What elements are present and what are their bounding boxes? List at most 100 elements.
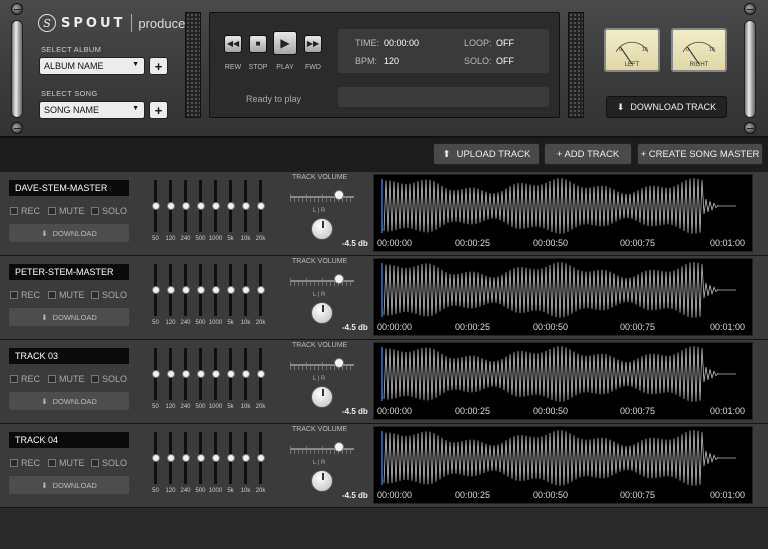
eq-slider-7[interactable] xyxy=(256,454,265,462)
volume-slider-thumb[interactable] xyxy=(334,358,344,368)
eq-slider-6[interactable] xyxy=(241,202,250,210)
waveform-display[interactable]: 00:00:00 00:00:25 00:00:50 00:00:75 00:01:00 xyxy=(373,174,753,252)
eq-slider-6[interactable] xyxy=(241,454,250,462)
eq-slider-5[interactable] xyxy=(226,202,235,210)
rewind-button[interactable]: ◀◀ xyxy=(224,35,242,53)
track-name[interactable]: DAVE-STEM-MASTER xyxy=(9,180,129,196)
add-track-button[interactable]: + ADD TRACK xyxy=(544,143,632,165)
add-album-button[interactable]: + xyxy=(149,57,168,75)
eq-slider-1[interactable] xyxy=(166,454,175,462)
song-select[interactable]: SONG NAME ▼ xyxy=(39,101,145,119)
eq-slider-2[interactable] xyxy=(181,370,190,378)
eq-slider-1[interactable] xyxy=(166,370,175,378)
eq-slider-5[interactable] xyxy=(226,370,235,378)
download-track-button[interactable]: ⬇ DOWNLOAD TRACK xyxy=(606,96,727,118)
create-song-master-button[interactable]: + CREATE SONG MASTER xyxy=(637,143,763,165)
rec-checkbox[interactable]: REC xyxy=(10,206,40,216)
transport-panel: ◀◀ ■ ▶ ▶▶ REW STOP PLAY FWD Ready to pla… xyxy=(209,12,560,118)
rec-checkbox[interactable]: REC xyxy=(10,290,40,300)
pan-knob[interactable] xyxy=(311,470,333,492)
volume-db-readout: -4.5 db xyxy=(342,407,368,416)
eq-slider-0[interactable] xyxy=(151,370,160,378)
eq-slider-0[interactable] xyxy=(151,286,160,294)
volume-slider-thumb[interactable] xyxy=(334,274,344,284)
eq-slider-1[interactable] xyxy=(166,286,175,294)
solo-checkbox[interactable]: SOLO xyxy=(91,206,127,216)
caret-down-icon: ▼ xyxy=(132,105,139,112)
eq-slider-4[interactable] xyxy=(211,202,220,210)
album-select-label: SELECT ALBUM xyxy=(41,45,102,54)
volume-slider-thumb[interactable] xyxy=(334,190,344,200)
loop-value[interactable]: OFF xyxy=(496,38,514,48)
fast-forward-button[interactable]: ▶▶ xyxy=(304,35,322,53)
rec-label: REC xyxy=(21,374,41,384)
time-label: TIME: xyxy=(355,38,379,48)
eq-slider-4[interactable] xyxy=(211,454,220,462)
solo-checkbox[interactable]: SOLO xyxy=(91,458,127,468)
eq-slider-7[interactable] xyxy=(256,370,265,378)
timeline-timestamp: 00:01:00 xyxy=(710,322,746,332)
track-download-button[interactable]: ⬇ DOWNLOAD xyxy=(9,392,129,410)
volume-slider-track xyxy=(290,364,354,366)
waveform-display[interactable]: 00:00:00 00:00:25 00:00:50 00:00:75 00:01:00 xyxy=(373,426,753,504)
eq-slider-7[interactable] xyxy=(256,202,265,210)
waveform-display[interactable]: 00:00:00 00:00:25 00:00:50 00:00:75 00:01:00 xyxy=(373,342,753,420)
eq-slider-2[interactable] xyxy=(181,286,190,294)
checkbox-box xyxy=(48,291,56,299)
pan-knob[interactable] xyxy=(311,218,333,240)
track-download-button[interactable]: ⬇ DOWNLOAD xyxy=(9,308,129,326)
eq-slider-1[interactable] xyxy=(166,202,175,210)
album-select[interactable]: ALBUM NAME ▼ xyxy=(39,57,145,75)
stop-button[interactable]: ■ xyxy=(249,35,267,53)
eq-slider-2[interactable] xyxy=(181,454,190,462)
solo-checkbox[interactable]: SOLO xyxy=(91,290,127,300)
eq-slider-2[interactable] xyxy=(181,202,190,210)
pan-knob[interactable] xyxy=(311,386,333,408)
waveform-line xyxy=(383,262,736,318)
footer-strip xyxy=(0,508,768,549)
track-download-button[interactable]: ⬇ DOWNLOAD xyxy=(9,224,129,242)
track-download-button[interactable]: ⬇ DOWNLOAD xyxy=(9,476,129,494)
eq-slider-3[interactable] xyxy=(196,202,205,210)
eq-slider-3[interactable] xyxy=(196,454,205,462)
eq-slider-0[interactable] xyxy=(151,454,160,462)
rec-checkbox[interactable]: REC xyxy=(10,458,40,468)
checkbox-box xyxy=(48,207,56,215)
solo-checkbox[interactable]: SOLO xyxy=(91,374,127,384)
screw-icon xyxy=(11,3,23,15)
mute-checkbox[interactable]: MUTE xyxy=(48,458,85,468)
eq-panel: 50 120 240 500 1000 5k 10k 20k xyxy=(146,346,272,414)
eq-slider-6[interactable] xyxy=(241,370,250,378)
mute-checkbox[interactable]: MUTE xyxy=(48,206,85,216)
pan-knob[interactable] xyxy=(311,302,333,324)
mute-checkbox[interactable]: MUTE xyxy=(48,290,85,300)
waveform-line xyxy=(383,346,736,402)
play-button[interactable]: ▶ xyxy=(273,31,297,55)
eq-slider-5[interactable] xyxy=(226,454,235,462)
timeline-timestamp: 00:00:00 xyxy=(377,322,413,332)
add-track-label: + ADD TRACK xyxy=(556,148,620,160)
track-volume-panel: TRACK VOLUME L | R -4.5 db xyxy=(288,424,370,508)
mute-label: MUTE xyxy=(59,374,85,384)
volume-slider-thumb[interactable] xyxy=(334,442,344,452)
solo-status-value[interactable]: OFF xyxy=(496,56,514,66)
mute-checkbox[interactable]: MUTE xyxy=(48,374,85,384)
add-song-button[interactable]: + xyxy=(149,101,168,119)
track-name[interactable]: TRACK 03 xyxy=(9,348,129,364)
eq-slider-3[interactable] xyxy=(196,370,205,378)
waveform-display[interactable]: 00:00:00 00:00:25 00:00:50 00:00:75 00:01:00 xyxy=(373,258,753,336)
upload-track-button[interactable]: ⬆ UPLOAD TRACK xyxy=(433,143,540,165)
track-name[interactable]: PETER-STEM-MASTER xyxy=(9,264,129,280)
rec-checkbox[interactable]: REC xyxy=(10,374,40,384)
track-name[interactable]: TRACK 04 xyxy=(9,432,129,448)
eq-slider-4[interactable] xyxy=(211,370,220,378)
eq-slider-3[interactable] xyxy=(196,286,205,294)
track-volume-label: TRACK VOLUME xyxy=(292,258,348,265)
eq-slider-4[interactable] xyxy=(211,286,220,294)
eq-slider-0[interactable] xyxy=(151,202,160,210)
vu-meter-label: RIGHT xyxy=(689,62,709,68)
eq-slider-5[interactable] xyxy=(226,286,235,294)
eq-slider-7[interactable] xyxy=(256,286,265,294)
eq-slider-6[interactable] xyxy=(241,286,250,294)
checkbox-box xyxy=(48,375,56,383)
